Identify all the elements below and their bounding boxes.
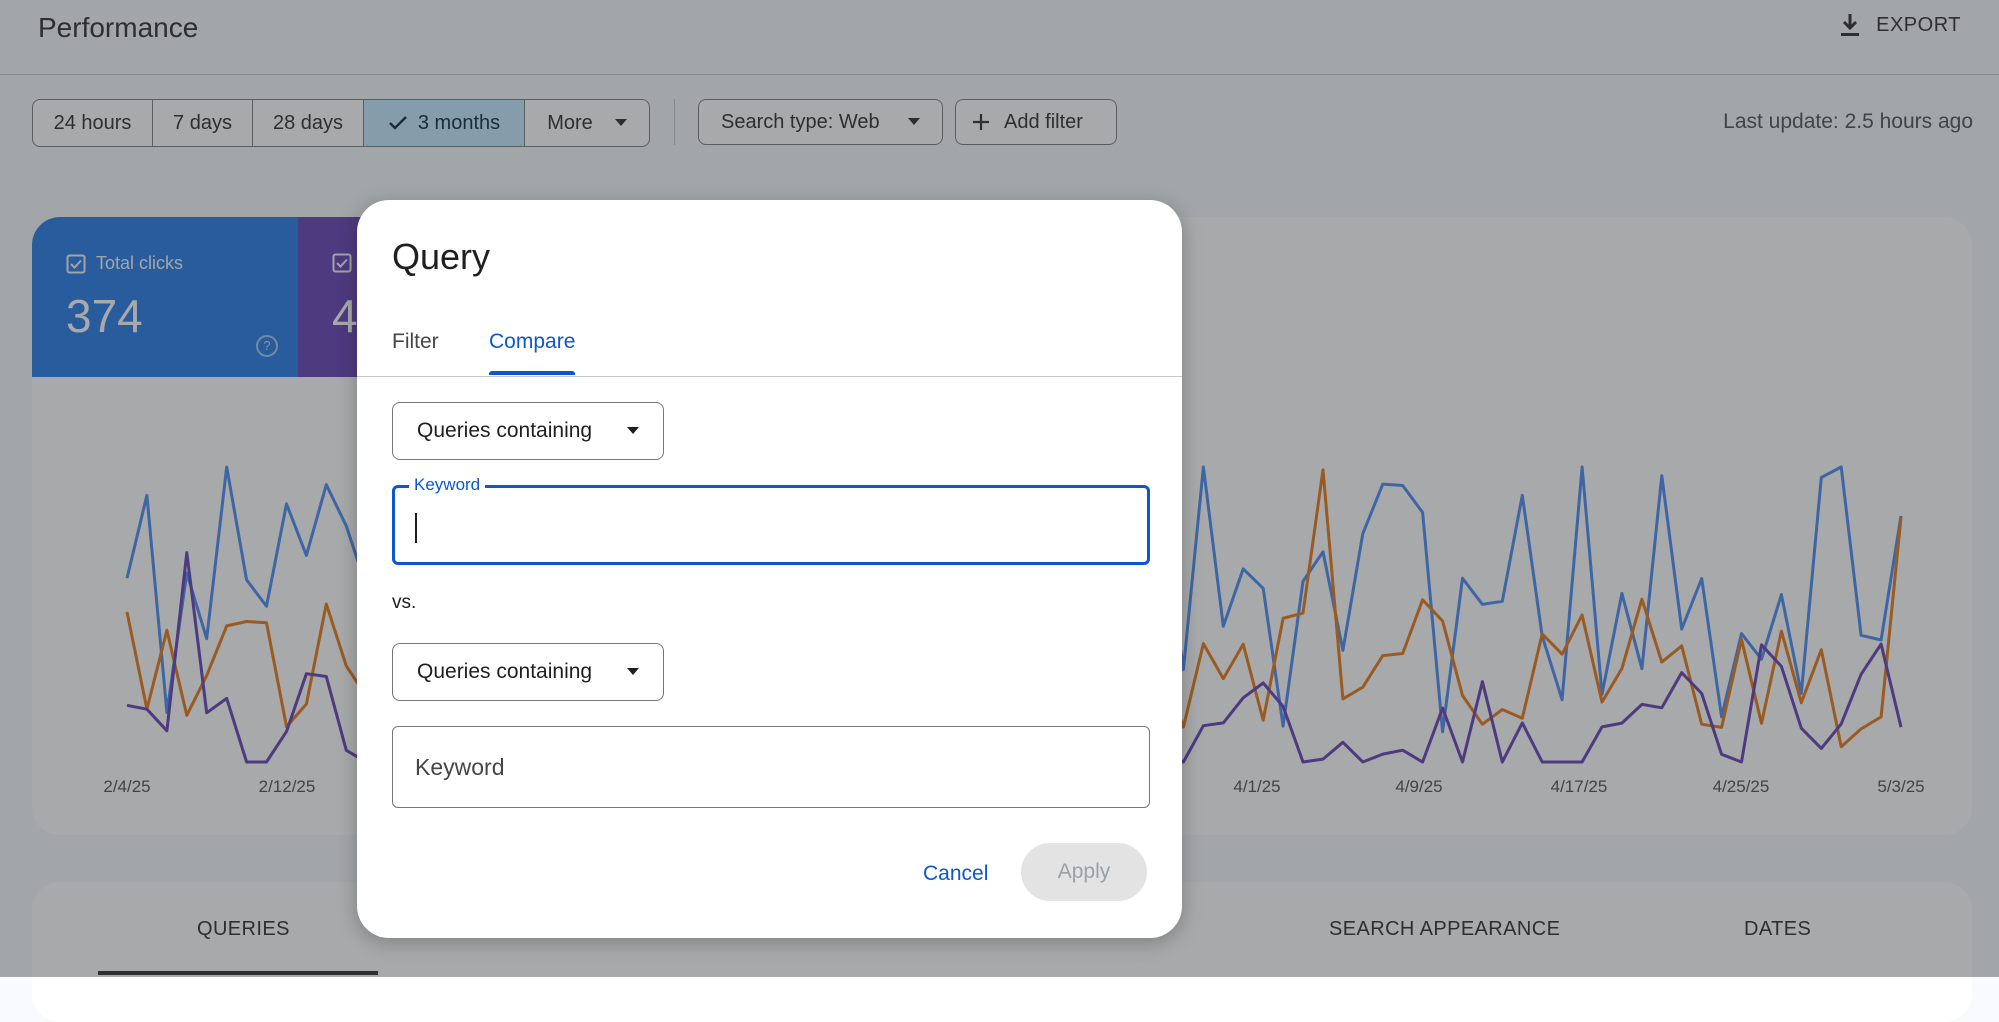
cancel-button[interactable]: Cancel <box>913 854 998 894</box>
select-value: Queries containing <box>417 660 593 683</box>
dialog-title: Query <box>392 236 491 277</box>
second-keyword-field <box>392 726 1150 808</box>
query-dialog: Query Filter Compare Queries containing … <box>357 200 1182 938</box>
tab-filter[interactable]: Filter <box>392 330 439 354</box>
select-value: Queries containing <box>417 419 593 442</box>
first-keyword-input[interactable]: Keyword <box>392 475 1150 565</box>
field-label: Keyword <box>409 475 486 495</box>
dropdown-arrow-icon <box>627 668 639 675</box>
second-keyword-input[interactable] <box>393 727 1149 807</box>
second-query-condition-select[interactable]: Queries containing <box>392 643 664 701</box>
active-tab-indicator <box>489 371 575 375</box>
dropdown-arrow-icon <box>627 427 639 434</box>
tab-compare[interactable]: Compare <box>489 330 575 354</box>
apply-button[interactable]: Apply <box>1021 843 1147 901</box>
first-query-condition-select[interactable]: Queries containing <box>392 402 664 460</box>
vs-label: vs. <box>392 592 417 613</box>
dialog-tabs-divider <box>357 376 1182 377</box>
text-cursor <box>415 513 417 543</box>
